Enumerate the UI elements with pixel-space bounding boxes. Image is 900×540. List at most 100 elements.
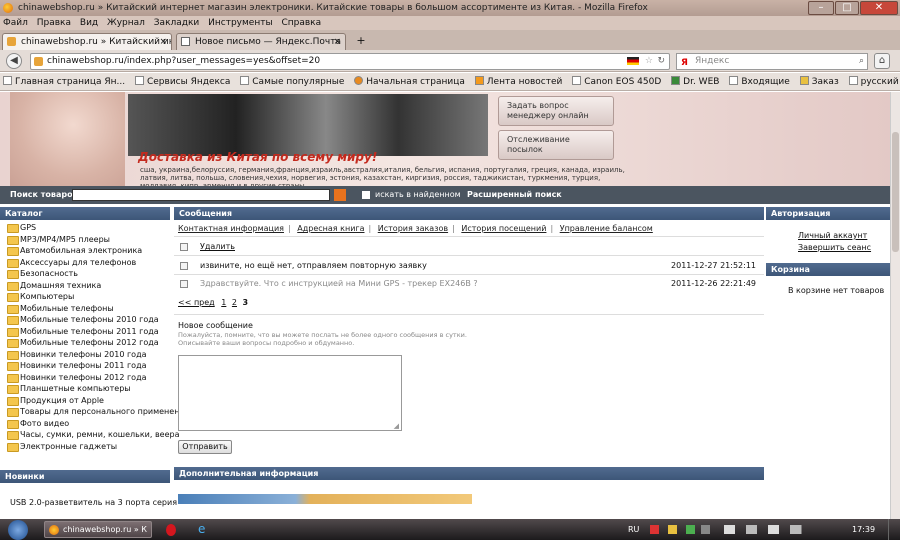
- ie-icon[interactable]: e: [198, 519, 205, 540]
- catalog-item[interactable]: GPS: [0, 222, 170, 234]
- advanced-search-link[interactable]: Расширенный поиск: [467, 186, 562, 204]
- catalog-item[interactable]: Компьютеры: [0, 291, 170, 303]
- search-in-found-label: искать в найденном: [375, 190, 461, 199]
- bookmark-item[interactable]: Лента новостей: [472, 73, 567, 90]
- search-icon[interactable]: ⌕: [859, 54, 864, 69]
- catalog-item[interactable]: Новинки телефоны 2011 года: [0, 360, 170, 372]
- delete-link[interactable]: Удалить: [200, 240, 235, 254]
- cart-empty-text: В корзине нет товаров: [788, 286, 885, 295]
- message-checkbox[interactable]: [180, 262, 188, 270]
- reload-icon[interactable]: ↻: [657, 54, 665, 69]
- message-date: 2011-12-27 21:52:11: [671, 261, 756, 270]
- menu-tools[interactable]: Инструменты: [205, 18, 275, 28]
- bookmark-item[interactable]: Самые популярные: [237, 73, 348, 90]
- page-icon: [3, 76, 12, 85]
- message-textarea[interactable]: ◢: [178, 355, 402, 431]
- catalog-item[interactable]: Продукция от Apple: [0, 395, 170, 407]
- clock: 17:39: [852, 525, 876, 534]
- subnav-balance[interactable]: Управление балансом: [560, 224, 653, 233]
- catalog-item[interactable]: Мобильные телефоны 2011 года: [0, 326, 170, 338]
- catalog-item[interactable]: Безопасность: [0, 268, 170, 280]
- news-item-link[interactable]: USB 2.0-разветвитель на 3 порта серия: [10, 498, 177, 507]
- page-scrollbar[interactable]: [890, 92, 900, 520]
- parcel-tracking-button[interactable]: Отслеживание посылок: [498, 130, 614, 160]
- ask-manager-button[interactable]: Задать вопрос менеджеру онлайн: [498, 96, 614, 126]
- tab-close-icon[interactable]: ×: [159, 34, 167, 50]
- subnav-order-history[interactable]: История заказов: [378, 224, 448, 233]
- catalog-item[interactable]: MP3/MP4/MP5 плееры: [0, 234, 170, 246]
- catalog-item[interactable]: Новинки телефоны 2012 года: [0, 372, 170, 384]
- banner-model-image: [10, 92, 125, 186]
- catalog-item[interactable]: Мобильные телефоны: [0, 303, 170, 315]
- product-search-input[interactable]: [72, 189, 330, 201]
- bookmark-item[interactable]: Заказ: [797, 73, 843, 90]
- catalog-header: Каталог: [0, 207, 170, 220]
- auth-header: Авторизация: [766, 207, 890, 220]
- catalog-item[interactable]: Автомобильная электроника: [0, 245, 170, 257]
- catalog-item[interactable]: Мобильные телефоны 2010 года: [0, 314, 170, 326]
- pager-page[interactable]: 2: [232, 298, 237, 307]
- tray-icons[interactable]: [650, 525, 710, 534]
- bookmark-item[interactable]: Начальная страница: [351, 73, 469, 90]
- menu-edit[interactable]: Правка: [34, 18, 74, 28]
- tab-chinawebshop[interactable]: chinawebshop.ru » Китайский интер... ×: [2, 33, 172, 50]
- pager-page[interactable]: 1: [221, 298, 226, 307]
- search-in-found-checkbox[interactable]: [362, 191, 370, 199]
- bookmark-item[interactable]: Dr. WEB: [668, 73, 723, 90]
- menu-bookmarks[interactable]: Закладки: [151, 18, 203, 28]
- german-flag-icon[interactable]: [627, 57, 639, 65]
- subnav-contact-info[interactable]: Контактная информация: [178, 224, 284, 233]
- bookmark-item[interactable]: Сервисы Яндекса: [132, 73, 234, 90]
- tab-close-icon[interactable]: ×: [333, 34, 341, 50]
- language-indicator[interactable]: RU: [628, 519, 639, 540]
- subnav-visit-history[interactable]: История посещений: [461, 224, 546, 233]
- menu-view[interactable]: Вид: [77, 18, 101, 28]
- catalog-item[interactable]: Новинки телефоны 2010 года: [0, 349, 170, 361]
- pager-prev[interactable]: << пред: [178, 298, 215, 307]
- menu-file[interactable]: Файл: [0, 18, 31, 28]
- resize-grip-icon[interactable]: ◢: [394, 422, 399, 430]
- catalog-item[interactable]: Электронные гаджеты: [0, 441, 170, 453]
- maximize-button[interactable]: □: [835, 1, 859, 15]
- catalog-item[interactable]: Товары для персонального применения: [0, 406, 189, 418]
- show-desktop-button[interactable]: [888, 519, 900, 540]
- catalog-item[interactable]: Домашняя техника: [0, 280, 170, 292]
- promo-banner-image[interactable]: [178, 494, 472, 504]
- tab-yandex-mail[interactable]: Новое письмо — Яндекс.Почта ×: [176, 33, 346, 50]
- banner-slogan: Доставка из Китая по всему миру!: [138, 150, 378, 164]
- minimize-button[interactable]: –: [808, 1, 834, 15]
- send-button[interactable]: Отправить: [178, 440, 232, 454]
- back-button[interactable]: ◀: [6, 53, 22, 69]
- bookmark-item[interactable]: Canon EOS 450D: [569, 73, 665, 90]
- product-search-button[interactable]: [334, 189, 346, 201]
- new-tab-button[interactable]: +: [352, 33, 370, 49]
- address-bar[interactable]: chinawebshop.ru/index.php?user_messages=…: [30, 53, 670, 70]
- system-tray-icons[interactable]: [724, 525, 816, 534]
- subnav-address-book[interactable]: Адресная книга: [297, 224, 364, 233]
- select-all-checkbox[interactable]: [180, 243, 188, 251]
- close-window-button[interactable]: ✕: [860, 1, 898, 15]
- message-checkbox[interactable]: [180, 280, 188, 288]
- start-button[interactable]: [8, 520, 28, 540]
- logout-link[interactable]: Завершить сеанс: [798, 243, 871, 252]
- catalog-item[interactable]: Аксессуары для телефонов: [0, 257, 170, 269]
- bookmark-item[interactable]: Входящие: [726, 73, 794, 90]
- catalog-item[interactable]: Фото видео: [0, 418, 170, 430]
- opera-icon[interactable]: [166, 524, 176, 536]
- bookmark-item[interactable]: русский: [846, 73, 900, 90]
- taskbar-firefox-task[interactable]: chinawebshop.ru » К: [44, 521, 152, 538]
- menu-bar: Файл Правка Вид Журнал Закладки Инструме…: [0, 16, 900, 30]
- product-search-label: Поиск товаров: [10, 190, 78, 199]
- catalog-item[interactable]: Часы, сумки, ремни, кошельки, веера: [0, 429, 179, 441]
- menu-help[interactable]: Справка: [278, 18, 324, 28]
- tab-label: chinawebshop.ru » Китайский интер...: [21, 37, 171, 47]
- bookmark-item[interactable]: Главная страница Ян...: [0, 73, 129, 90]
- menu-history[interactable]: Журнал: [104, 18, 148, 28]
- home-button[interactable]: ⌂: [874, 53, 890, 69]
- search-input[interactable]: Я Яндекс ⌕: [676, 53, 868, 70]
- catalog-item[interactable]: Планшетные компьютеры: [0, 383, 170, 395]
- personal-account-link[interactable]: Личный аккаунт: [798, 231, 867, 240]
- bookmark-star-icon[interactable]: ☆: [645, 54, 653, 69]
- scrollbar-thumb[interactable]: [892, 132, 899, 252]
- catalog-item[interactable]: Мобильные телефоны 2012 года: [0, 337, 170, 349]
